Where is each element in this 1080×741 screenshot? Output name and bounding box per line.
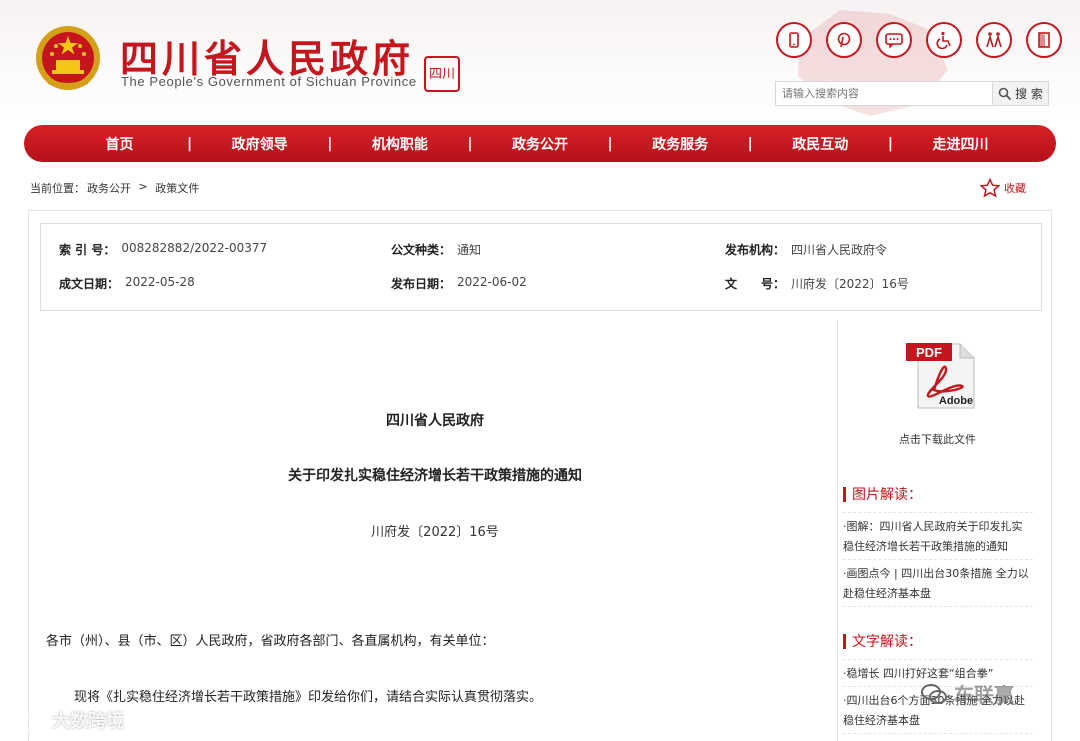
article-paragraph: 各市（州）、县（市、区）人民政府，省政府各部门、各直属机构，有关单位： [46, 634, 495, 649]
breadcrumb-open-government[interactable]: 政务公开 [87, 180, 131, 196]
picture-interpretation-heading: 图片解读： [843, 484, 1033, 513]
heading-bar [843, 486, 846, 502]
pinterest-icon[interactable] [826, 22, 862, 58]
breadcrumb-separator [150, 180, 154, 196]
download-file-link[interactable]: 点击下载此文件 [850, 431, 1025, 447]
favorite-label: 收藏 [1004, 182, 1026, 195]
adobe-text: Adobe [939, 395, 973, 407]
watermark-left: 大数跨境 [10, 707, 124, 733]
search-icon [998, 87, 1012, 100]
mobile-icon[interactable] [776, 22, 812, 58]
meta-type: 公文种类： 通知 [391, 241, 481, 258]
breadcrumb-policy-documents[interactable]: 政策文件 [155, 180, 199, 196]
meta-created: 成文日期： 2022-05-28 [59, 275, 195, 292]
seal-text: 四川 [428, 66, 455, 82]
breadcrumb-separator [133, 180, 137, 196]
meta-issuer-label: 发布机构： [725, 243, 786, 257]
meta-created-label: 成文日期： [59, 277, 120, 291]
watermark-right-text: 车联赢 [954, 683, 1014, 707]
meta-index: 索 引 号： 008282882/2022-00377 [59, 241, 267, 258]
meta-issuer-value: 四川省人民政府令 [791, 243, 888, 257]
header-icon-bar [776, 22, 1062, 58]
meta-index-value: 008282882/2022-00377 [121, 241, 268, 255]
meta-row-2: 成文日期： 2022-05-28 发布日期： 2022-06-02 文 号： 川… [41, 275, 1041, 295]
accessibility-icon[interactable] [976, 22, 1012, 58]
picture-heading-label: 图片解读： [852, 487, 922, 503]
nav-item-leaders[interactable]: 政府领导 [192, 134, 327, 154]
breadcrumb-separator: > [138, 180, 148, 193]
nav-item-functions[interactable]: 机构职能 [332, 134, 467, 154]
meta-type-value: 通知 [457, 243, 482, 257]
meta-published: 发布日期： 2022-06-02 [391, 275, 527, 292]
article-issuer: 四川省人民政府 [386, 413, 484, 429]
wheelchair-icon[interactable] [926, 22, 962, 58]
search-box: 搜 索 [775, 81, 1049, 106]
site-subtitle: The People's Government of Sichuan Provi… [121, 74, 417, 89]
meta-index-label: 索 引 号： [59, 243, 116, 257]
article-doc-number: 川府发〔2022〕16号 [371, 525, 499, 540]
meta-type-label: 公文种类： [391, 243, 452, 257]
site-header: 四川省人民政府 The People's Government of Sichu… [0, 0, 1080, 120]
meta-issuer: 发布机构： 四川省人民政府令 [725, 241, 887, 258]
breadcrumb-prefix: 当前位置： [30, 182, 85, 195]
meta-row-1: 索 引 号： 008282882/2022-00377 公文种类： 通知 发布机… [41, 241, 1041, 261]
nav-item-home[interactable]: 首页 [52, 134, 187, 154]
nav-item-interaction[interactable]: 政民互动 [753, 134, 888, 154]
document-meta-box: 索 引 号： 008282882/2022-00377 公文种类： 通知 发布机… [40, 223, 1042, 311]
picture-interpretation-section: 图片解读： ·图解：四川省人民政府关于印发扎实稳住经济增长若干政策措施的通知 ·… [843, 484, 1033, 607]
text-interpretation-heading: 文字解读： [843, 631, 1033, 660]
star-icon [980, 178, 1000, 198]
search-button-label: 搜 索 [1015, 87, 1043, 101]
meta-docno-label: 文 号： [725, 277, 786, 291]
article-title: 关于印发扎实稳住经济增长若干政策措施的通知 [288, 468, 582, 484]
meta-published-label: 发布日期： [391, 277, 452, 291]
meta-created-value: 2022-05-28 [125, 275, 195, 289]
search-input[interactable] [776, 82, 992, 105]
nav-item-services[interactable]: 政务服务 [613, 134, 748, 154]
national-emblem-icon [36, 26, 100, 90]
breadcrumb: 当前位置： 政务公开 > 政策文件 [30, 180, 199, 196]
text-heading-label: 文字解读： [852, 634, 922, 650]
meta-docno-value: 川府发〔2022〕16号 [791, 277, 909, 291]
main-nav: 首页 | 政府领导 | 机构职能 | 政务公开 | 政务服务 | 政民互动 | … [24, 125, 1056, 162]
pdf-download-icon[interactable]: PDF Adobe [904, 340, 976, 410]
nav-item-open-government[interactable]: 政务公开 [472, 134, 607, 154]
meta-published-value: 2022-06-02 [457, 275, 527, 289]
picture-item[interactable]: ·画图点今 | 四川出台30条措施 全力以赴稳住经济基本盘 [843, 560, 1033, 607]
watermark-left-text: 大数跨境 [52, 711, 124, 732]
search-button[interactable]: 搜 索 [992, 82, 1048, 105]
nav-item-sichuan[interactable]: 走进四川 [893, 134, 1028, 154]
article-paragraph: 现将《扎实稳住经济增长若干政策措施》印发给你们，请结合实际认真贯彻落实。 [74, 690, 543, 705]
exit-icon[interactable] [1026, 22, 1062, 58]
seal-logo: 四川 [424, 56, 460, 92]
pdf-badge-text: PDF [916, 345, 942, 360]
meta-docno: 文 号： 川府发〔2022〕16号 [725, 275, 909, 292]
weibo-icon [11, 711, 43, 731]
favorite-button[interactable]: 收藏 [980, 178, 1026, 198]
picture-item[interactable]: ·图解：四川省人民政府关于印发扎实稳住经济增长若干政策措施的通知 [843, 513, 1033, 560]
heading-bar [843, 633, 846, 649]
wechat-icon [921, 683, 947, 704]
message-icon[interactable] [876, 22, 912, 58]
watermark-right: 车联赢 [920, 679, 1014, 708]
column-divider [837, 320, 838, 741]
